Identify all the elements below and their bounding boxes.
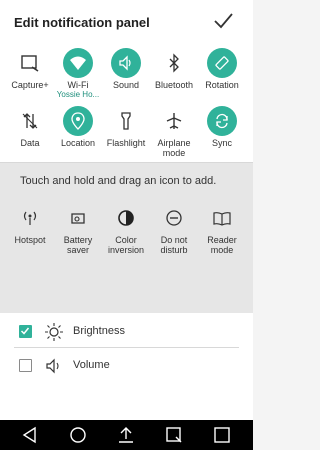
share-icon[interactable]	[116, 425, 136, 445]
tile-label-line2: inversion	[107, 245, 145, 255]
drag-hint: Touch and hold and drag an icon to add.	[20, 175, 217, 187]
tile-data[interactable]: Data	[5, 106, 55, 148]
brightness-checkbox[interactable]	[19, 325, 32, 338]
setting-volume[interactable]: Volume	[0, 349, 253, 383]
flashlight-icon	[111, 106, 141, 136]
color-inversion-icon	[111, 203, 141, 233]
tile-label: Wi-Fi	[67, 80, 89, 90]
back-icon[interactable]	[20, 425, 40, 445]
tile-wifi[interactable]: Wi-Fi Yossie Ho...	[53, 48, 103, 99]
airplane-icon	[159, 106, 189, 136]
tile-capture[interactable]: Capture+	[5, 48, 55, 90]
tile-label: Color	[115, 235, 137, 245]
page-title: Edit notification panel	[14, 15, 150, 30]
tile-label: Rotation	[205, 80, 239, 90]
tile-label: Bluetooth	[154, 80, 194, 90]
bluetooth-icon	[159, 48, 189, 78]
tile-label: Data	[20, 138, 40, 148]
tile-label: Reader	[207, 235, 237, 245]
tile-label: Hotspot	[14, 235, 46, 245]
setting-brightness[interactable]: Brightness	[0, 315, 253, 349]
tile-label-line2: saver	[66, 245, 89, 255]
sync-icon	[207, 106, 237, 136]
tile-sound[interactable]: Sound	[101, 48, 151, 90]
tile-airplane-mode[interactable]: Airplane mode	[149, 106, 199, 158]
navigation-bar	[0, 420, 253, 450]
data-icon	[15, 106, 45, 136]
hotspot-icon	[15, 203, 45, 233]
tile-label: Capture+	[11, 80, 49, 90]
tile-label: Sync	[211, 138, 232, 148]
wifi-icon	[63, 48, 93, 78]
panel-header: Edit notification panel	[0, 0, 253, 42]
rotation-icon	[207, 48, 237, 78]
brightness-icon	[45, 323, 63, 341]
tile-rotation[interactable]: Rotation	[197, 48, 247, 90]
dual-window-icon[interactable]	[164, 425, 184, 445]
setting-label: Volume	[73, 359, 110, 371]
tile-label: Airplane	[157, 138, 191, 148]
tile-label: Do not	[160, 235, 188, 245]
tile-do-not-disturb[interactable]: Do not disturb	[149, 203, 199, 255]
tile-label: Location	[60, 138, 96, 148]
tile-label: Flashlight	[106, 138, 146, 148]
settings-list: Brightness Volume	[0, 313, 253, 420]
tile-label: Sound	[112, 80, 140, 90]
tile-label-line2: mode	[210, 245, 234, 255]
sound-icon	[111, 48, 141, 78]
reader-mode-icon	[207, 203, 237, 233]
tile-label-line2: mode	[162, 148, 186, 158]
location-icon	[63, 106, 93, 136]
battery-saver-icon	[63, 203, 93, 233]
setting-label: Brightness	[73, 325, 125, 337]
do-not-disturb-icon	[159, 203, 189, 233]
volume-icon	[46, 358, 59, 374]
tile-location[interactable]: Location	[53, 106, 103, 148]
tile-label-line2: disturb	[160, 245, 188, 255]
wifi-network-name: Yossie Ho...	[56, 90, 100, 99]
recents-icon[interactable]	[212, 425, 232, 445]
tile-color-inversion[interactable]: Color inversion	[101, 203, 151, 255]
tile-flashlight[interactable]: Flashlight	[101, 106, 151, 148]
tile-label: Battery	[63, 235, 93, 245]
checkmark-icon[interactable]	[212, 10, 234, 32]
tile-reader-mode[interactable]: Reader mode	[197, 203, 247, 255]
tile-sync[interactable]: Sync	[197, 106, 247, 148]
volume-checkbox[interactable]	[19, 359, 32, 372]
divider	[14, 347, 239, 348]
capture-icon	[15, 48, 45, 78]
home-icon[interactable]	[68, 425, 88, 445]
tile-battery-saver[interactable]: Battery saver	[53, 203, 103, 255]
tile-hotspot[interactable]: Hotspot	[5, 203, 55, 245]
tile-bluetooth[interactable]: Bluetooth	[149, 48, 199, 90]
